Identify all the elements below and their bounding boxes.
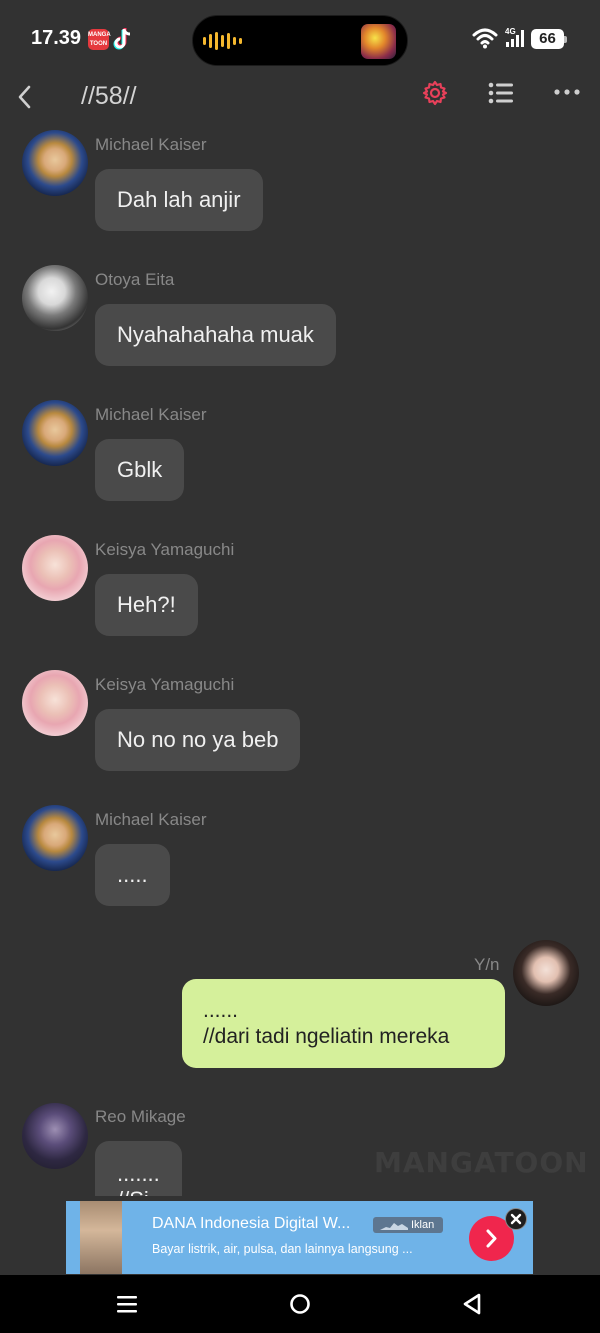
list-icon[interactable] [488,82,514,104]
message-bubble[interactable]: Dah lah anjir [95,169,263,231]
status-time: 17.39 [31,27,82,49]
sender-name: Keisya Yamaguchi [95,540,235,559]
system-nav-bar [0,1275,600,1333]
avatar-reo-mikage[interactable] [22,1103,88,1169]
more-icon[interactable] [553,84,581,98]
message-bubble[interactable]: No no no ya beb [95,709,301,771]
audio-wave-icon [203,32,251,52]
ad-close-button[interactable] [505,1208,527,1230]
avatar-yn[interactable] [513,940,579,1006]
sender-name: Michael Kaiser [95,810,207,829]
avatar-michael-kaiser[interactable] [22,805,88,871]
avatar-michael-kaiser[interactable] [22,400,88,466]
ad-description: Bayar listrik, air, pulsa, dan lainnya l… [152,1242,413,1256]
mangatoon-watermark: MANGATOON [374,1146,589,1179]
message-line: //dari tadi ngeliatin mereka [203,1025,450,1048]
dynamic-island[interactable] [192,15,408,66]
chat-title: //58// [81,82,137,110]
message-bubble[interactable]: Nyahahahaha muak [95,304,336,366]
ad-chart-icon [380,1223,408,1230]
ad-label-text: Iklan [411,1219,435,1231]
ad-thumbnail [80,1201,122,1274]
message-bubble[interactable]: ..... [95,844,170,906]
home-icon[interactable] [289,1293,311,1315]
message-line: ....... [117,1161,160,1186]
avatar-otoya-eita[interactable] [22,265,88,331]
sender-name: Keisya Yamaguchi [95,675,235,694]
chat-header: //58// [0,78,600,126]
menu-icon[interactable] [116,1293,138,1315]
message-line: //Si [117,1187,160,1196]
battery-indicator: 66 [531,29,567,49]
tiktok-icon [113,28,131,50]
message-bubble[interactable]: Heh?! [95,574,198,636]
avatar-keisya-yamaguchi[interactable] [22,535,88,601]
message-bubble[interactable]: ....... //Si [95,1141,182,1196]
ad-banner[interactable]: DANA Indonesia Digital W... Iklan Bayar … [66,1201,533,1274]
message-bubble[interactable]: Gblk [95,439,185,501]
back-icon[interactable] [14,82,36,112]
status-bar: 17.39 MANGA TOON 4G 66 [0,0,600,78]
avatar-michael-kaiser[interactable] [22,130,88,196]
wifi-icon [472,28,498,49]
sender-name: Michael Kaiser [95,135,207,154]
ad-label: Iklan [373,1217,443,1233]
sender-name: Michael Kaiser [95,405,207,424]
ad-title: DANA Indonesia Digital W... [152,1215,351,1232]
svg-text:4G: 4G [505,27,516,36]
avatar-keisya-yamaguchi[interactable] [22,670,88,736]
sender-name: Reo Mikage [95,1107,186,1126]
sender-name: Otoya Eita [95,270,175,289]
settings-icon[interactable] [422,80,448,106]
cellular-signal-icon: 4G [505,27,524,47]
back-triangle-icon[interactable] [461,1292,483,1316]
album-art [361,24,396,59]
chat-messages[interactable]: Michael Kaiser Dah lah anjir Otoya Eita … [0,126,600,1196]
sender-name: Y/n [474,955,500,974]
mangatoon-app-icon: MANGA TOON [88,29,111,50]
close-icon [510,1213,522,1225]
message-bubble-self[interactable]: ...... //dari tadi ngeliatin mereka [182,979,505,1068]
message-line: ...... [203,999,239,1022]
